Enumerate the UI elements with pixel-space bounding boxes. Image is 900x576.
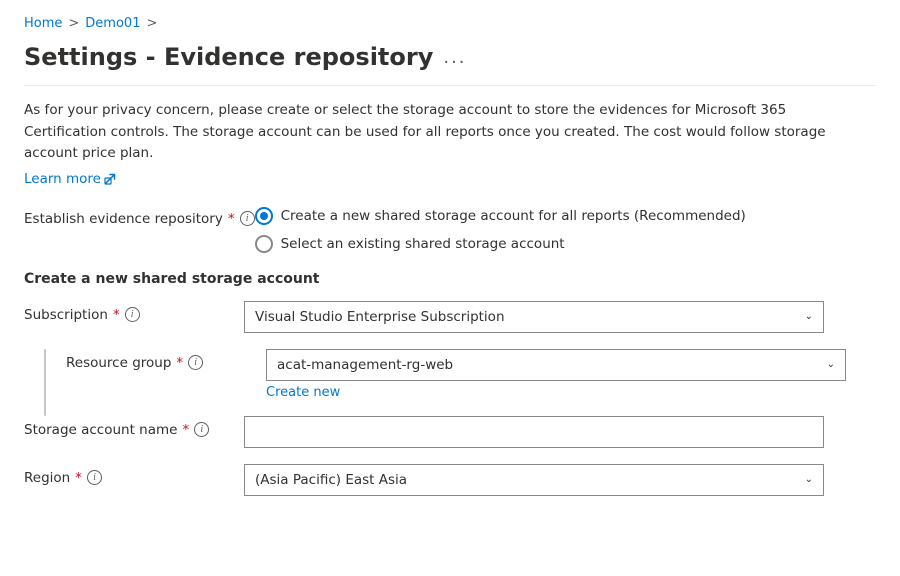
learn-more-link[interactable]: Learn more: [24, 171, 116, 187]
storage-account-name-control: [244, 416, 824, 448]
breadcrumb-sep2: >: [146, 16, 157, 31]
resource-group-required: *: [176, 355, 183, 371]
resource-group-control: acat-management-rg-web ⌄ Create new: [266, 349, 846, 400]
establish-repo-label: Establish evidence repository * i: [24, 207, 255, 227]
resource-group-info-icon[interactable]: i: [188, 355, 203, 370]
subscription-control: Visual Studio Enterprise Subscription ⌄: [244, 301, 824, 333]
storage-account-name-input[interactable]: [244, 416, 824, 448]
create-storage-subtitle: Create a new shared storage account: [24, 271, 876, 287]
establish-repo-required: *: [228, 211, 235, 227]
resource-group-container: Resource group * i acat-management-rg-we…: [24, 349, 876, 416]
subscription-info-icon[interactable]: i: [125, 307, 140, 322]
radio-btn-create-new[interactable]: [255, 207, 273, 225]
region-row: Region * i (Asia Pacific) East Asia ⌄: [24, 464, 876, 496]
radio-btn-select-existing[interactable]: [255, 235, 273, 253]
subscription-row: Subscription * i Visual Studio Enterpris…: [24, 301, 876, 333]
radio-label-create-new: Create a new shared storage account for …: [281, 208, 746, 224]
subscription-label-col: Subscription * i: [24, 301, 244, 323]
form-section: Subscription * i Visual Studio Enterpris…: [24, 301, 876, 496]
resource-group-dropdown[interactable]: acat-management-rg-web ⌄: [266, 349, 846, 381]
breadcrumb-sep1: >: [68, 16, 79, 31]
region-info-icon[interactable]: i: [87, 470, 102, 485]
page-menu-ellipsis[interactable]: ...: [443, 47, 466, 68]
establish-repo-info-icon[interactable]: i: [240, 211, 255, 226]
radio-label-select-existing: Select an existing shared storage accoun…: [281, 236, 565, 252]
storage-account-name-required: *: [182, 422, 189, 438]
region-required: *: [75, 470, 82, 486]
learn-more-label: Learn more: [24, 171, 101, 187]
breadcrumb: Home > Demo01 >: [24, 16, 876, 31]
resource-group-label-col: Resource group * i: [66, 349, 266, 371]
radio-group-repository: Create a new shared storage account for …: [255, 207, 746, 253]
page-title-text: Settings - Evidence repository: [24, 43, 433, 71]
region-control: (Asia Pacific) East Asia ⌄: [244, 464, 824, 496]
storage-account-name-row: Storage account name * i: [24, 416, 876, 448]
description-text: As for your privacy concern, please crea…: [24, 100, 844, 165]
subscription-dropdown-value: Visual Studio Enterprise Subscription: [255, 309, 505, 325]
resource-group-label: Resource group: [66, 355, 171, 371]
radio-option-create-new[interactable]: Create a new shared storage account for …: [255, 207, 746, 225]
title-divider: [24, 85, 876, 86]
establish-repo-row: Establish evidence repository * i Create…: [24, 207, 876, 253]
resource-group-indented: Resource group * i acat-management-rg-we…: [46, 349, 876, 416]
page-title: Settings - Evidence repository ...: [24, 43, 876, 71]
breadcrumb-home[interactable]: Home: [24, 16, 62, 31]
subscription-required: *: [113, 307, 120, 323]
region-value: (Asia Pacific) East Asia: [255, 472, 407, 488]
breadcrumb-demo[interactable]: Demo01: [85, 16, 140, 31]
subscription-dropdown[interactable]: Visual Studio Enterprise Subscription ⌄: [244, 301, 824, 333]
resource-group-value: acat-management-rg-web: [277, 357, 453, 373]
resource-group-chevron-icon: ⌄: [827, 359, 835, 370]
region-label-col: Region * i: [24, 464, 244, 486]
subscription-chevron-icon: ⌄: [805, 311, 813, 322]
resource-group-row: Resource group * i acat-management-rg-we…: [46, 349, 876, 400]
storage-account-name-label-col: Storage account name * i: [24, 416, 244, 438]
create-new-link[interactable]: Create new: [266, 385, 340, 400]
external-link-icon: [104, 173, 116, 185]
subscription-label: Subscription: [24, 307, 108, 323]
radio-option-select-existing[interactable]: Select an existing shared storage accoun…: [255, 235, 746, 253]
region-chevron-icon: ⌄: [805, 474, 813, 485]
region-dropdown[interactable]: (Asia Pacific) East Asia ⌄: [244, 464, 824, 496]
region-label: Region: [24, 470, 70, 486]
storage-account-name-info-icon[interactable]: i: [194, 422, 209, 437]
storage-account-name-label: Storage account name: [24, 422, 177, 438]
